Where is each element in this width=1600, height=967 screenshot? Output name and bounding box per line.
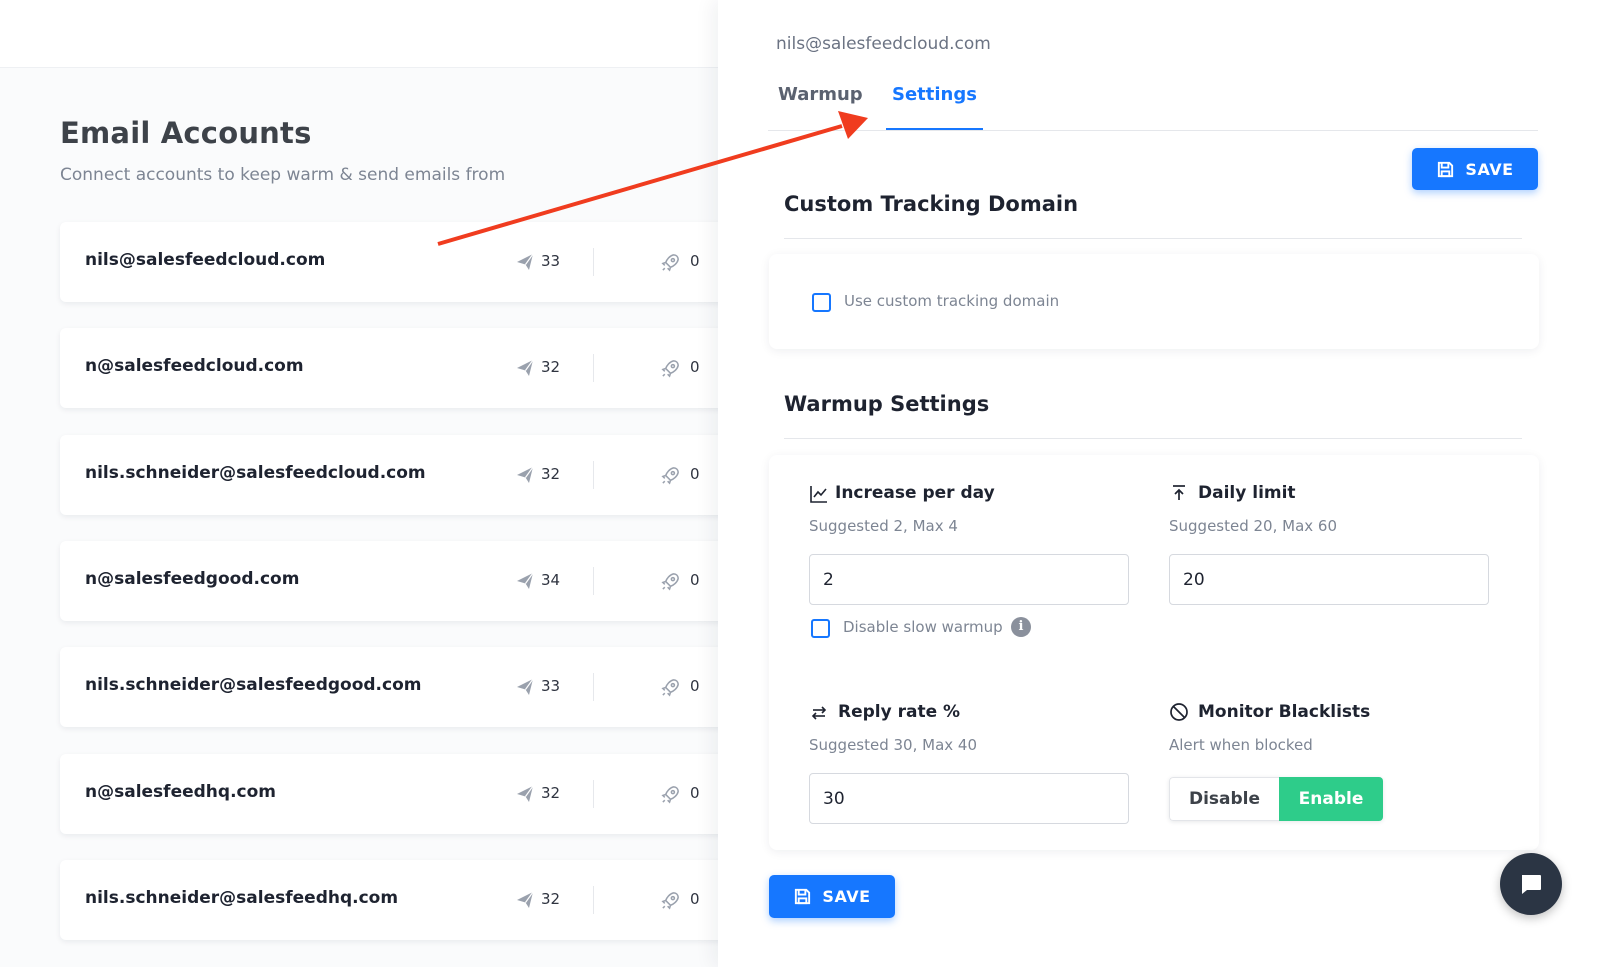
tracking-section-title: Custom Tracking Domain	[784, 192, 1079, 216]
rocket-icon	[660, 784, 681, 805]
warmup-count: 0	[690, 252, 700, 270]
rocket-icon	[660, 252, 681, 273]
sent-count: 32	[541, 358, 561, 376]
account-email: n@salesfeedhq.com	[85, 782, 276, 802]
rocket-icon	[660, 677, 681, 698]
stat-divider	[593, 354, 594, 382]
reply-rate-input[interactable]	[809, 773, 1129, 824]
paper-plane-icon	[515, 465, 535, 485]
account-email: nils.schneider@salesfeedgood.com	[85, 675, 422, 695]
account-row[interactable]: nils.schneider@salesfeedcloud.com 32 0	[60, 435, 740, 515]
daily-limit-hint: Suggested 20, Max 60	[1169, 517, 1338, 535]
custom-tracking-checkbox[interactable]	[812, 293, 831, 312]
paper-plane-icon	[515, 571, 535, 591]
stat-divider	[593, 780, 594, 808]
sent-count: 33	[541, 677, 561, 695]
section-divider	[784, 238, 1522, 239]
line-chart-icon	[810, 486, 827, 503]
warmup-section-title: Warmup Settings	[784, 392, 990, 416]
stat-divider	[593, 461, 594, 489]
account-row[interactable]: n@salesfeedgood.com 34 0	[60, 541, 740, 621]
section-divider	[784, 438, 1522, 439]
account-settings-drawer: nils@salesfeedcloud.com Warmup Settings …	[718, 0, 1600, 967]
drawer-tabs: Warmup Settings	[768, 80, 1538, 131]
info-icon[interactable]: i	[1011, 617, 1031, 637]
account-email: nils.schneider@salesfeedcloud.com	[85, 463, 426, 483]
page-title: Email Accounts	[60, 116, 312, 150]
blacklist-disable-button[interactable]: Disable	[1169, 777, 1279, 821]
stat-divider	[593, 673, 594, 701]
sent-count: 32	[541, 890, 561, 908]
tracking-card: Use custom tracking domain	[769, 254, 1539, 349]
sent-count: 34	[541, 571, 561, 589]
paper-plane-icon	[515, 252, 535, 272]
increase-per-day-input[interactable]	[809, 554, 1129, 605]
increase-per-day-title: Increase per day	[835, 483, 995, 503]
account-row[interactable]: n@salesfeedhq.com 32 0	[60, 754, 740, 834]
stat-divider	[593, 248, 594, 276]
chat-icon	[1522, 875, 1541, 894]
email-accounts-page: Email Accounts Connect accounts to keep …	[0, 68, 740, 967]
account-email: nils.schneider@salesfeedhq.com	[85, 888, 399, 908]
rocket-icon	[660, 571, 681, 592]
stat-divider	[593, 567, 594, 595]
floppy-disk-icon	[795, 888, 811, 905]
warmup-count: 0	[690, 571, 700, 589]
sent-count: 33	[541, 252, 561, 270]
rocket-icon	[660, 465, 681, 486]
warmup-count: 0	[690, 677, 700, 695]
monitor-blacklists-title: Monitor Blacklists	[1198, 702, 1371, 722]
drawer-account-email: nils@salesfeedcloud.com	[776, 34, 991, 54]
stat-divider	[593, 886, 594, 914]
save-button-top[interactable]: SAVE	[1412, 148, 1538, 190]
daily-limit-title: Daily limit	[1198, 483, 1296, 503]
page-subtitle: Connect accounts to keep warm & send ema…	[60, 165, 506, 185]
warmup-card: Increase per day Suggested 2, Max 4 Disa…	[769, 455, 1539, 850]
arrow-up-to-line-icon	[1173, 485, 1185, 500]
save-label: SAVE	[822, 887, 871, 906]
monitor-blacklists-hint: Alert when blocked	[1169, 736, 1313, 754]
paper-plane-icon	[515, 358, 535, 378]
paper-plane-icon	[515, 784, 535, 804]
blacklist-enable-button[interactable]: Enable	[1279, 777, 1383, 821]
top-bar	[0, 0, 740, 68]
warmup-count: 0	[690, 358, 700, 376]
reply-rate-hint: Suggested 30, Max 40	[809, 736, 978, 754]
custom-tracking-label: Use custom tracking domain	[844, 292, 1060, 310]
rocket-icon	[660, 890, 681, 911]
tab-settings[interactable]: Settings	[886, 84, 983, 130]
account-email: n@salesfeedcloud.com	[85, 356, 304, 376]
floppy-disk-icon	[1438, 161, 1454, 177]
warmup-count: 0	[690, 784, 700, 802]
tab-warmup[interactable]: Warmup	[772, 84, 869, 130]
chat-widget-button[interactable]	[1500, 853, 1562, 915]
save-label: SAVE	[1465, 159, 1514, 179]
reply-rate-title: Reply rate %	[838, 702, 961, 722]
sent-count: 32	[541, 465, 561, 483]
sent-count: 32	[541, 784, 561, 802]
save-button-bottom[interactable]: SAVE	[769, 875, 895, 918]
account-row[interactable]: nils@salesfeedcloud.com 33 0	[60, 222, 740, 302]
daily-limit-input[interactable]	[1169, 554, 1489, 605]
paper-plane-icon	[515, 677, 535, 697]
account-row[interactable]: nils.schneider@salesfeedhq.com 32 0	[60, 860, 740, 940]
account-row[interactable]: n@salesfeedcloud.com 32 0	[60, 328, 740, 408]
increase-per-day-hint: Suggested 2, Max 4	[809, 517, 958, 535]
disable-slow-warmup-label: Disable slow warmup	[843, 618, 1003, 636]
account-row[interactable]: nils.schneider@salesfeedgood.com 33 0	[60, 647, 740, 727]
disable-slow-warmup-checkbox[interactable]	[811, 619, 830, 638]
swap-arrows-icon	[811, 706, 827, 720]
account-email: nils@salesfeedcloud.com	[85, 250, 326, 270]
account-email: n@salesfeedgood.com	[85, 569, 300, 589]
blacklist-toggle: Disable Enable	[1169, 777, 1383, 821]
warmup-count: 0	[690, 465, 700, 483]
warmup-count: 0	[690, 890, 700, 908]
rocket-icon	[660, 358, 681, 379]
paper-plane-icon	[515, 890, 535, 910]
ban-icon	[1170, 703, 1188, 721]
